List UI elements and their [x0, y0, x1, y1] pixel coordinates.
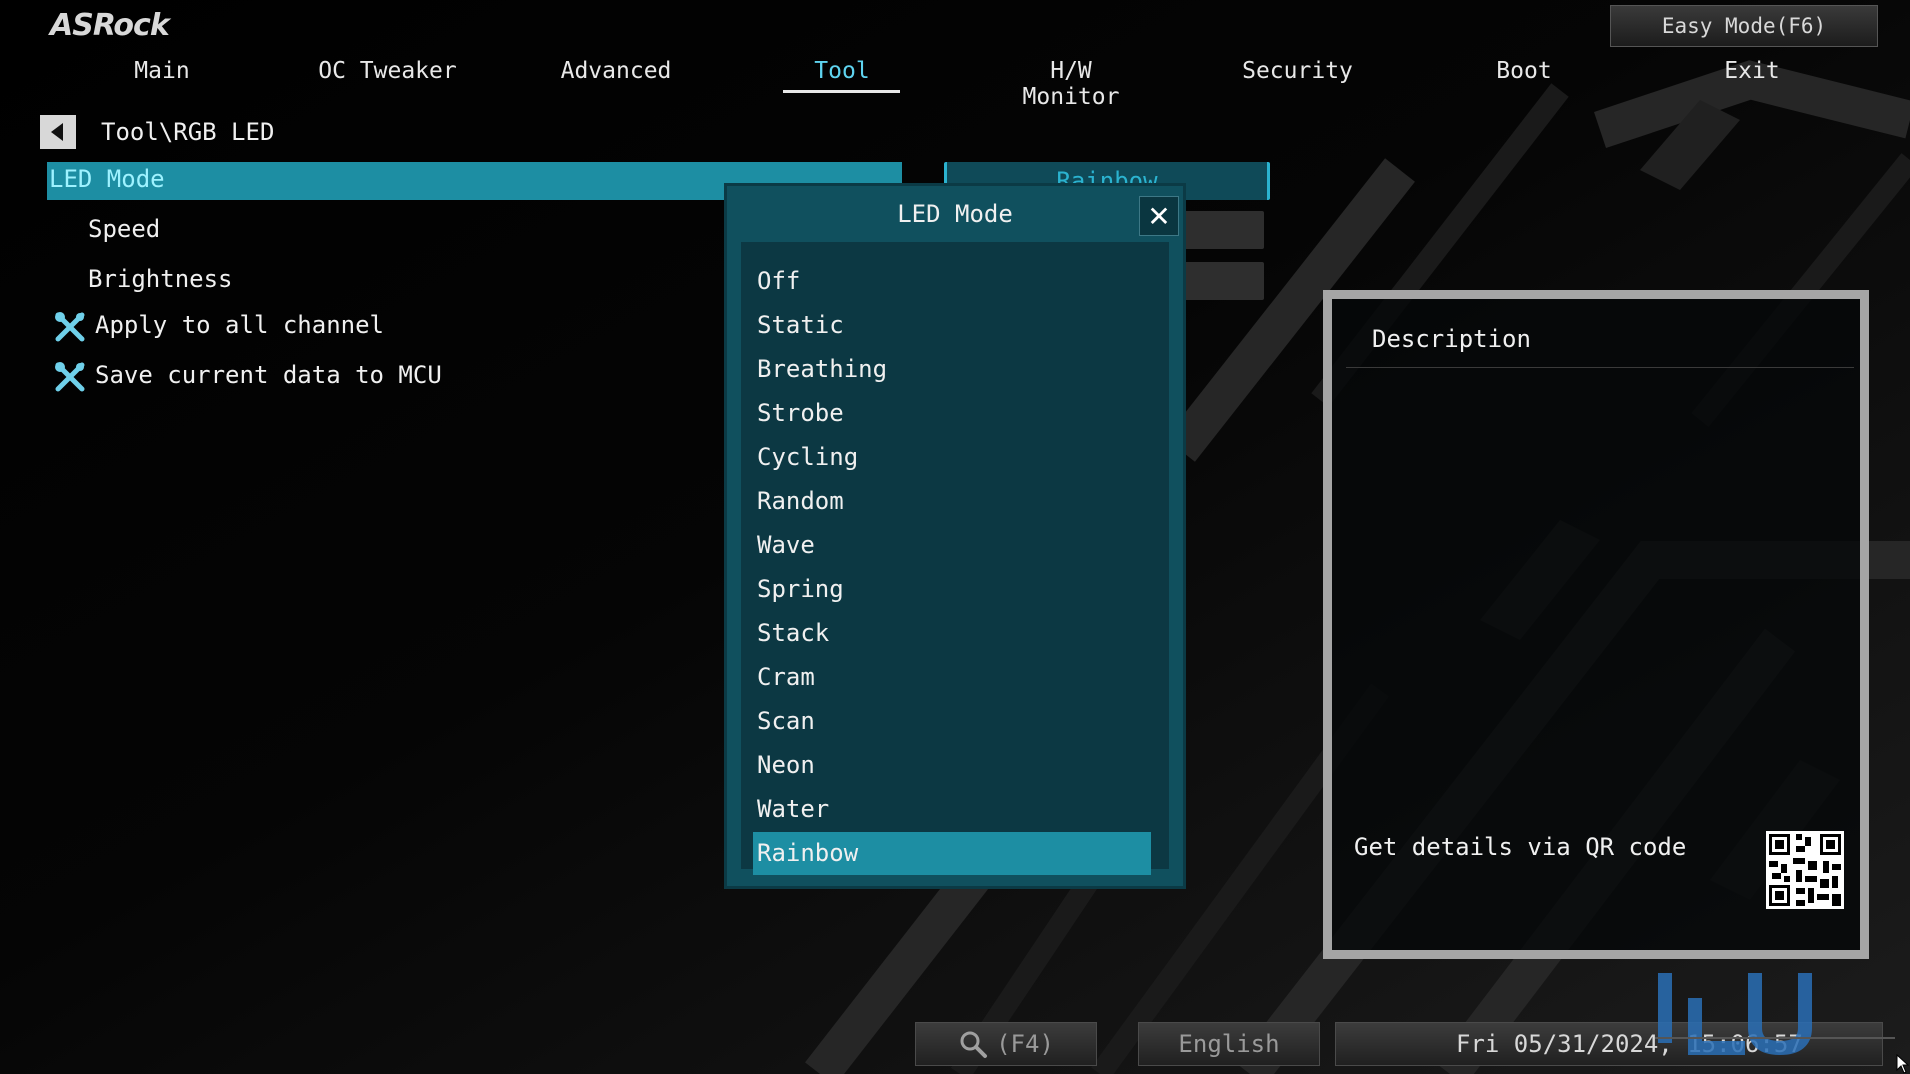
tab-hw-monitor[interactable]: H/W Monitor	[996, 58, 1146, 110]
qr-code-icon	[1766, 831, 1844, 909]
tab-advanced[interactable]: Advanced	[554, 58, 678, 84]
option-cram[interactable]: Cram	[753, 656, 1151, 699]
language-button[interactable]: English	[1138, 1022, 1320, 1066]
wrench-screwdriver-icon	[54, 361, 86, 393]
watermark-logo-icon	[1655, 973, 1895, 1056]
save-data-mcu-item[interactable]: Save current data to MCU	[95, 361, 442, 389]
close-icon: ✕	[1147, 199, 1171, 233]
back-button[interactable]	[40, 115, 76, 149]
close-button[interactable]: ✕	[1139, 196, 1179, 236]
option-list: Off Static Breathing Strobe Cycling Rand…	[741, 242, 1169, 875]
qr-label: Get details via QR code	[1354, 833, 1687, 861]
description-title: Description	[1372, 325, 1531, 353]
option-strobe[interactable]: Strobe	[753, 392, 1151, 435]
tab-oc-tweaker[interactable]: OC Tweaker	[310, 58, 465, 84]
back-arrow-icon	[50, 123, 63, 141]
description-panel: Description Get details via QR code	[1323, 290, 1869, 959]
led-mode-label: LED Mode	[49, 165, 165, 193]
tab-main[interactable]: Main	[122, 58, 202, 84]
brightness-label: Brightness	[88, 265, 233, 293]
tab-security[interactable]: Security	[1240, 58, 1355, 84]
tab-exit[interactable]: Exit	[1720, 58, 1784, 84]
led-mode-dialog: LED Mode ✕ Off Static Breathing Strobe C…	[724, 183, 1186, 889]
option-neon[interactable]: Neon	[753, 744, 1151, 787]
option-water[interactable]: Water	[753, 788, 1151, 831]
option-static[interactable]: Static	[753, 304, 1151, 347]
search-button[interactable]: (F4)	[915, 1022, 1097, 1066]
tab-boot[interactable]: Boot	[1490, 58, 1558, 84]
option-wave[interactable]: Wave	[753, 524, 1151, 567]
search-shortcut-label: (F4)	[996, 1030, 1054, 1058]
option-cycling[interactable]: Cycling	[753, 436, 1151, 479]
option-spring[interactable]: Spring	[753, 568, 1151, 611]
wrench-screwdriver-icon	[54, 311, 86, 343]
easy-mode-button[interactable]: Easy Mode(F6)	[1610, 5, 1878, 47]
breadcrumb: Tool\RGB LED	[101, 118, 275, 146]
active-tab-indicator	[783, 90, 900, 93]
apply-all-channel-item[interactable]: Apply to all channel	[95, 311, 384, 339]
tab-tool[interactable]: Tool	[800, 58, 884, 84]
asrock-logo: ASRock	[50, 8, 170, 43]
option-breathing[interactable]: Breathing	[753, 348, 1151, 391]
option-stack[interactable]: Stack	[753, 612, 1151, 655]
speed-label: Speed	[88, 215, 161, 243]
dialog-title: LED Mode	[897, 200, 1013, 228]
description-divider	[1346, 367, 1854, 368]
option-random[interactable]: Random	[753, 480, 1151, 523]
option-off[interactable]: Off	[753, 260, 1151, 303]
option-scan[interactable]: Scan	[753, 700, 1151, 743]
option-rainbow[interactable]: Rainbow	[753, 832, 1151, 875]
search-icon	[960, 1031, 988, 1058]
